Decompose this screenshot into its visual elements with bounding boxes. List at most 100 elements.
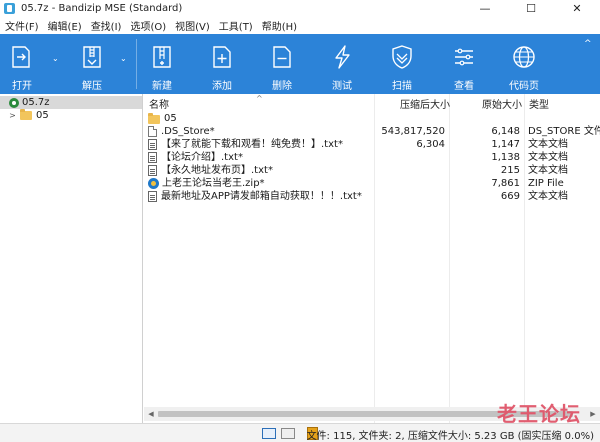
menu-edit[interactable]: 编辑(E) — [45, 18, 88, 33]
folder-icon — [148, 113, 160, 124]
file-list: ^ 名称 压缩后大小 原始大小 类型 05 .DS_Store* 543,817… — [144, 94, 600, 423]
extract-button[interactable]: 解压 — [74, 34, 110, 94]
add-file-icon — [213, 46, 231, 68]
text-file-icon — [148, 165, 157, 176]
column-header-packed-size[interactable]: 压缩后大小 — [400, 96, 450, 111]
view-button[interactable]: 查看 — [446, 34, 482, 94]
file-type: 文本文档 — [528, 191, 568, 202]
codepage-label: 代码页 — [509, 81, 539, 92]
column-header-type[interactable]: 类型 — [529, 96, 549, 111]
delete-button[interactable]: 删除 — [264, 34, 300, 94]
add-label: 添加 — [212, 81, 232, 92]
menu-find[interactable]: 查找(I) — [88, 18, 128, 33]
minimize-button[interactable]: — — [462, 0, 508, 17]
open-label: 打开 — [12, 81, 32, 92]
test-button[interactable]: 测试 — [324, 34, 360, 94]
original-size: 1,138 — [491, 152, 520, 163]
view-label: 查看 — [454, 81, 474, 92]
column-header-original-size[interactable]: 原始大小 — [482, 96, 522, 111]
file-name: 上老王论坛当老王.zip* — [162, 178, 265, 189]
file-name-cell: 最新地址及APP请发邮箱自动获取！！！.txt* — [148, 190, 362, 203]
new-archive-label: 新建 — [152, 81, 172, 92]
status-text: 文件: 115, 文件夹: 2, 压缩文件大小: 5.23 GB (固实压缩 0… — [306, 431, 594, 442]
original-size: 669 — [500, 191, 520, 202]
preview-pane-icon[interactable] — [281, 428, 295, 439]
chevron-right-icon[interactable]: > — [8, 111, 17, 120]
list-item[interactable]: 最新地址及APP请发邮箱自动获取！！！.txt* 669 文本文档 — [144, 190, 600, 203]
folder-icon — [20, 109, 32, 120]
file-name-cell: 上老王论坛当老王.zip* — [148, 177, 265, 190]
scan-button[interactable]: 扫描 — [384, 34, 420, 94]
toolbar: 打开 ⌄ 解压 ⌄ 新建 添加 删除 测试 扫描 查看 代码页 ^ — [0, 34, 600, 94]
details-view-icon[interactable] — [262, 428, 276, 439]
open-icon — [12, 46, 30, 68]
tree-item-label: 05 — [36, 110, 49, 121]
text-file-icon — [148, 152, 157, 163]
menu-tools[interactable]: 工具(T) — [216, 18, 259, 33]
open-dropdown-chevron-icon[interactable]: ⌄ — [52, 54, 59, 63]
file-name: 【论坛介绍】.txt* — [161, 152, 243, 163]
menu-view[interactable]: 视图(V) — [172, 18, 216, 33]
list-item[interactable]: 【来了就能下载和观看！纯免费！】.txt* 6,304 1,147 文本文档 — [144, 138, 600, 151]
file-name-cell: 05 — [148, 112, 177, 125]
view-list-icon — [455, 48, 473, 66]
file-name-cell: 【来了就能下载和观看！纯免费！】.txt* — [148, 138, 343, 151]
toolbar-separator — [136, 39, 137, 89]
original-size: 215 — [500, 165, 520, 176]
scan-shield-icon — [392, 45, 412, 69]
delete-file-icon — [273, 46, 291, 68]
list-item[interactable]: 【论坛介绍】.txt* 1,138 文本文档 — [144, 151, 600, 164]
menu-file[interactable]: 文件(F) — [2, 18, 45, 33]
archive-icon — [9, 97, 19, 108]
add-button[interactable]: 添加 — [204, 34, 240, 94]
file-name: 05 — [164, 113, 177, 124]
file-icon — [148, 126, 157, 137]
test-lightning-icon — [335, 45, 350, 69]
delete-label: 删除 — [272, 81, 292, 92]
scroll-right-icon[interactable]: ▶ — [586, 407, 600, 421]
watermark-logo: 老王论坛 — [497, 402, 581, 426]
menu-help[interactable]: 帮助(H) — [259, 18, 303, 33]
sort-ascending-icon: ^ — [256, 94, 263, 103]
text-file-icon — [148, 191, 157, 202]
list-item[interactable]: 05 — [144, 112, 600, 125]
new-archive-button[interactable]: 新建 — [144, 34, 180, 94]
folder-tree: 05.7z > 05 — [0, 94, 143, 423]
file-type: 文本文档 — [528, 139, 568, 150]
codepage-button[interactable]: 代码页 — [504, 34, 544, 94]
new-archive-icon — [153, 46, 171, 68]
codepage-globe-icon — [513, 46, 535, 68]
extract-icon — [83, 46, 101, 68]
collapse-toolbar-chevron-up-icon[interactable]: ^ — [584, 39, 592, 49]
original-size: 1,147 — [491, 139, 520, 150]
file-type: DS_STORE 文件 — [528, 126, 600, 137]
extract-dropdown-chevron-icon[interactable]: ⌄ — [120, 54, 127, 63]
menu-bar: 文件(F) 编辑(E) 查找(I) 选项(O) 视图(V) 工具(T) 帮助(H… — [0, 17, 600, 34]
packed-size: 6,304 — [416, 139, 445, 150]
open-button[interactable]: 打开 — [4, 34, 40, 94]
zip-file-icon — [148, 178, 159, 189]
file-name: 【永久地址发布页】.txt* — [161, 165, 273, 176]
file-name-cell: .DS_Store* — [148, 125, 215, 138]
original-size: 7,861 — [491, 178, 520, 189]
list-item[interactable]: 【永久地址发布页】.txt* 215 文本文档 — [144, 164, 600, 177]
test-label: 测试 — [332, 81, 352, 92]
file-name-cell: 【永久地址发布页】.txt* — [148, 164, 273, 177]
title-bar: 05.7z - Bandizip MSE (Standard) — ☐ ✕ — [0, 0, 600, 17]
file-name: 最新地址及APP请发邮箱自动获取！！！.txt* — [161, 191, 362, 202]
file-name: .DS_Store* — [161, 126, 215, 137]
list-item[interactable]: 上老王论坛当老王.zip* 7,861 ZIP File — [144, 177, 600, 190]
file-name: 【来了就能下载和观看！纯免费！】.txt* — [161, 139, 343, 150]
file-type: ZIP File — [528, 178, 564, 189]
extract-label: 解压 — [82, 81, 102, 92]
scan-label: 扫描 — [392, 81, 412, 92]
tree-item-archive[interactable]: 05.7z — [0, 96, 142, 109]
scroll-left-icon[interactable]: ◀ — [144, 407, 158, 421]
menu-options[interactable]: 选项(O) — [127, 18, 172, 33]
bandizip-icon — [4, 3, 15, 14]
list-item[interactable]: .DS_Store* 543,817,520 6,148 DS_STORE 文件 — [144, 125, 600, 138]
column-header-name[interactable]: 名称 — [149, 96, 169, 111]
close-button[interactable]: ✕ — [554, 0, 600, 17]
tree-item-folder[interactable]: > 05 — [0, 109, 49, 122]
maximize-button[interactable]: ☐ — [508, 0, 554, 17]
